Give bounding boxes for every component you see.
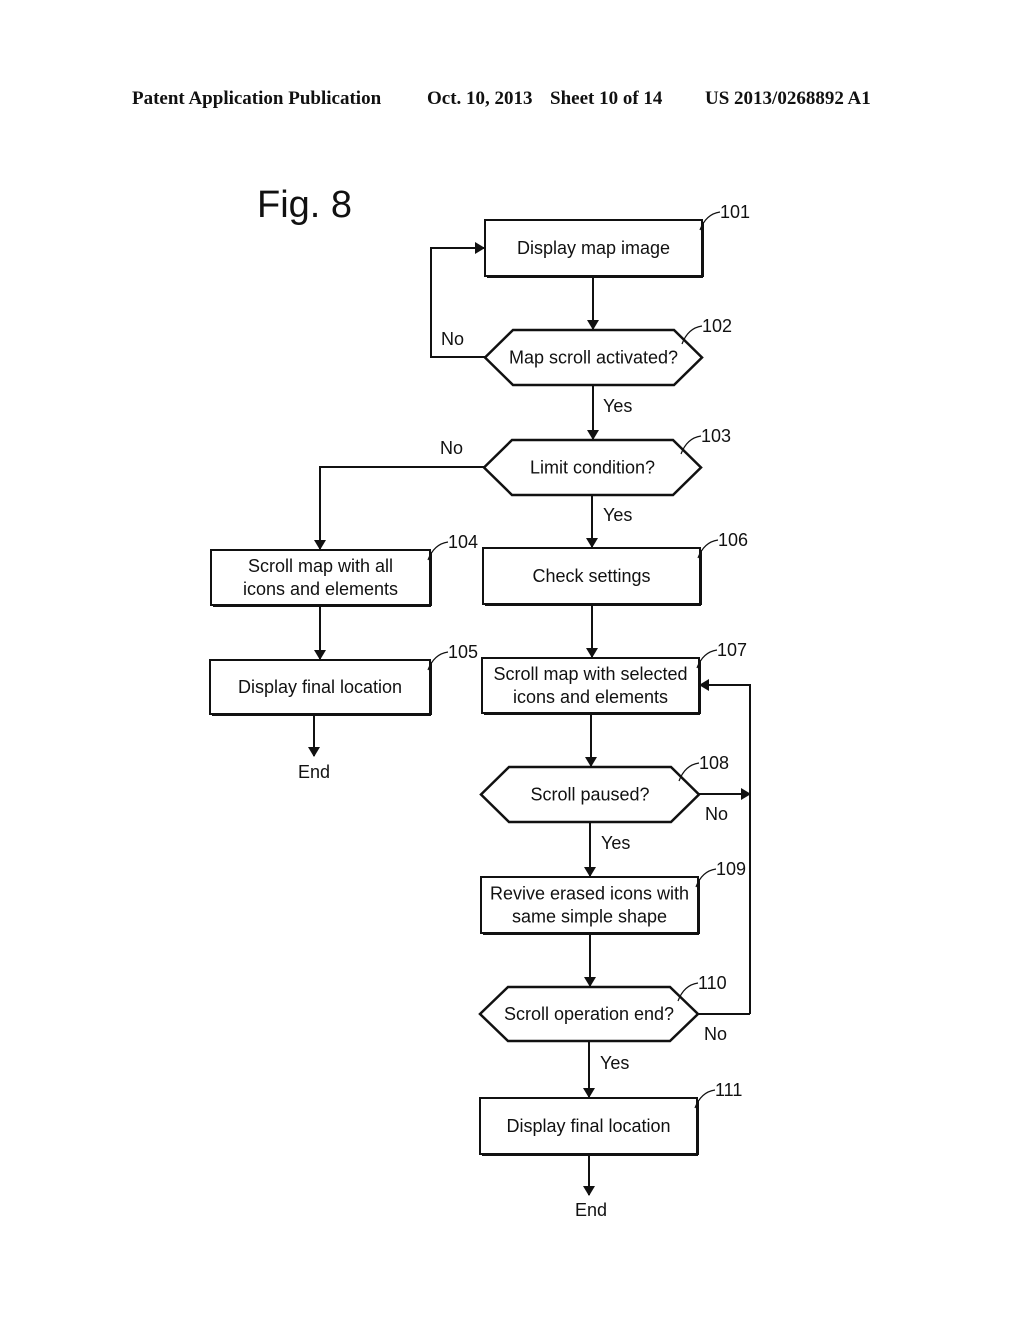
reference-number: 101 — [720, 202, 750, 222]
reference-number: 107 — [717, 640, 747, 660]
edge-label-yes: Yes — [600, 1053, 629, 1073]
reference-number: 105 — [448, 642, 478, 662]
node-label: Scroll operation end? — [504, 1004, 674, 1024]
node-label: icons and elements — [513, 687, 668, 707]
flow-node-109: Revive erased icons with same simple shap… — [480, 859, 746, 935]
node-label: Limit condition? — [530, 458, 655, 478]
flow-node-106: Check settings 106 — [482, 530, 748, 606]
reference-number: 110 — [698, 973, 727, 993]
edge-label-yes: Yes — [603, 505, 632, 525]
flow-node-101: Display map image 101 — [484, 202, 750, 278]
edge-label-yes: Yes — [601, 833, 630, 853]
reference-number: 104 — [448, 532, 478, 552]
flow-node-104: Scroll map with all icons and elements 104 — [210, 532, 478, 607]
node-label: Display map image — [517, 238, 670, 258]
edge-label-yes: Yes — [603, 396, 632, 416]
edge-label-no: No — [705, 804, 728, 824]
node-label: icons and elements — [243, 579, 398, 599]
reference-number: 102 — [702, 316, 732, 336]
node-label: Map scroll activated? — [509, 348, 678, 368]
flow-node-107: Scroll map with selected icons and elemen… — [481, 640, 747, 715]
edge-loop-107 — [699, 679, 751, 1014]
flow-node-103: Limit condition? 103 — [482, 426, 731, 497]
edge-label-no: No — [704, 1024, 727, 1044]
flow-node-105: Display final location 105 — [209, 642, 478, 716]
reference-number: 108 — [699, 753, 729, 773]
node-label: Display final location — [506, 1116, 670, 1136]
node-label: Scroll map with selected — [493, 664, 687, 684]
end-terminal: End — [575, 1200, 607, 1220]
node-label: same simple shape — [512, 907, 667, 927]
node-label: Revive erased icons with — [490, 884, 689, 904]
flowchart: Display map image 101 Map scroll activated… — [209, 202, 751, 1220]
flow-node-102: Map scroll activated? 102 — [483, 316, 732, 387]
node-label: Check settings — [532, 566, 650, 586]
end-terminal: End — [298, 762, 330, 782]
flow-node-111: Display final location 111 — [479, 1080, 742, 1156]
reference-number: 111 — [715, 1080, 742, 1100]
flow-node-108: Scroll paused? 108 — [479, 753, 729, 824]
reference-number: 106 — [718, 530, 748, 550]
edge-label-no: No — [440, 438, 463, 458]
node-label: Scroll map with all — [248, 556, 393, 576]
flow-node-110: Scroll operation end? 110 — [478, 973, 727, 1043]
reference-number: 103 — [701, 426, 731, 446]
node-label: Scroll paused? — [530, 785, 649, 805]
node-label: Display final location — [238, 677, 402, 697]
reference-number: 109 — [716, 859, 746, 879]
edge-label-no: No — [441, 329, 464, 349]
